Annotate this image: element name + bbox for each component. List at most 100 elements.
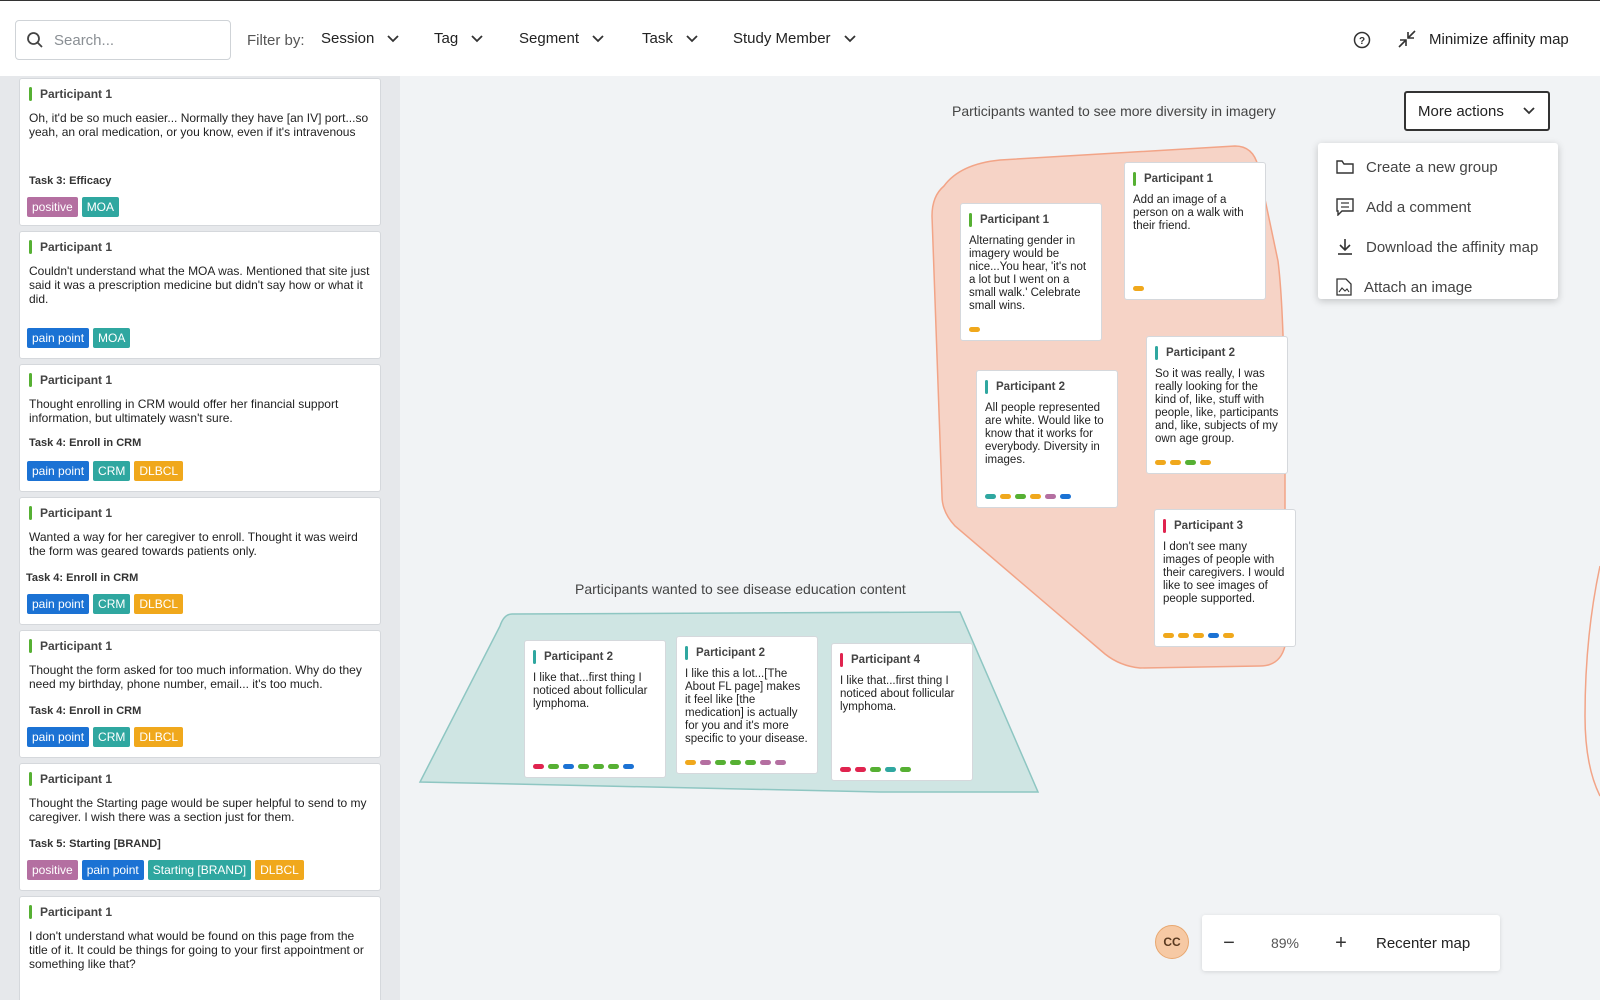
tag-dot xyxy=(1223,633,1234,638)
note-card[interactable]: Participant 1 Thought the form asked for… xyxy=(19,630,381,758)
note-quote: Thought the Starting page would be super… xyxy=(29,796,367,824)
participant-name: Participant 1 xyxy=(29,506,371,520)
tag-dot xyxy=(1030,494,1041,499)
help-icon[interactable]: ? xyxy=(1353,31,1371,49)
participant-label: Participant 1 xyxy=(40,506,113,520)
tag-dot xyxy=(1060,494,1071,499)
filter-session-label: Session xyxy=(321,30,375,47)
note-card[interactable]: Participant 1 Thought the Starting page … xyxy=(19,763,381,891)
participant-color-bar xyxy=(29,639,32,653)
tag[interactable]: pain point xyxy=(27,328,90,348)
filter-session-dropdown[interactable]: Session xyxy=(321,30,400,47)
menu-item-download[interactable]: Download the affinity map xyxy=(1318,227,1558,267)
tag-dots xyxy=(840,767,911,772)
filter-segment-dropdown[interactable]: Segment xyxy=(519,30,605,47)
menu-item-add-comment[interactable]: Add a comment xyxy=(1318,187,1558,227)
more-actions-button[interactable]: More actions xyxy=(1404,91,1550,131)
tag[interactable]: pain point xyxy=(27,594,90,614)
tag[interactable]: CRM xyxy=(93,461,131,481)
participant-name: Participant 2 xyxy=(685,646,809,660)
tag-dot xyxy=(623,764,634,769)
zoom-out-button[interactable]: − xyxy=(1202,932,1256,955)
tag-dot xyxy=(870,767,881,772)
tag[interactable]: DLBCL xyxy=(134,461,184,481)
task-label: Task 4: Enroll in CRM xyxy=(29,705,142,717)
menu-item-label: Attach an image xyxy=(1364,278,1473,296)
tag[interactable]: pain point xyxy=(27,461,90,481)
menu-item-attach-image[interactable]: Attach an image xyxy=(1318,267,1558,307)
group-area-partial xyxy=(1584,565,1600,797)
search-box[interactable] xyxy=(15,20,231,60)
participant-color-bar xyxy=(840,653,843,667)
filter-tag-label: Tag xyxy=(434,30,459,47)
task-label: Task 3: Efficacy xyxy=(29,175,112,187)
tag[interactable]: DLBCL xyxy=(134,594,184,614)
filter-segment-label: Segment xyxy=(519,30,580,47)
filter-study-member-dropdown[interactable]: Study Member xyxy=(733,30,857,47)
participant-label: Participant 2 xyxy=(696,647,766,659)
search-input[interactable] xyxy=(54,31,214,49)
participant-name: Participant 2 xyxy=(533,650,657,664)
zoom-in-button[interactable]: + xyxy=(1314,932,1368,955)
tag[interactable]: pain point xyxy=(27,727,90,747)
tag[interactable]: MOA xyxy=(81,197,120,217)
group-title-diversity[interactable]: Participants wanted to see more diversit… xyxy=(952,103,1276,119)
note-card[interactable]: Participant 1 Wanted a way for her careg… xyxy=(19,497,381,625)
task-label: Task 4: Enroll in CRM xyxy=(29,437,142,449)
note-card[interactable]: Participant 1 Oh, it'd be so much easier… xyxy=(19,78,381,226)
participant-name: Participant 1 xyxy=(29,373,371,387)
tag[interactable]: CRM xyxy=(93,594,131,614)
toolbar: Filter by: Session Tag Segment Task Stud… xyxy=(0,0,1600,76)
more-actions-label: More actions xyxy=(1418,102,1504,120)
tag-dot xyxy=(593,764,604,769)
tag-dot xyxy=(1015,494,1026,499)
minimize-map-button[interactable]: Minimize affinity map xyxy=(1397,29,1569,49)
map-note[interactable]: Participant 2 I like that...first thing … xyxy=(524,640,666,778)
minimize-map-label: Minimize affinity map xyxy=(1429,30,1569,48)
note-card[interactable]: Participant 1 I don't understand what wo… xyxy=(19,896,381,1000)
map-note[interactable]: Participant 2 All people represented are… xyxy=(976,370,1118,508)
avatar[interactable]: CC xyxy=(1155,925,1189,959)
tag-dot xyxy=(1170,460,1181,465)
participant-label: Participant 2 xyxy=(544,651,614,663)
participant-label: Participant 2 xyxy=(996,381,1066,393)
group-title-education[interactable]: Participants wanted to see disease educa… xyxy=(575,581,906,597)
filter-task-dropdown[interactable]: Task xyxy=(642,30,699,47)
note-card[interactable]: Participant 1 Thought enrolling in CRM w… xyxy=(19,364,381,492)
affinity-map-canvas[interactable]: Participants wanted to see more diversit… xyxy=(400,76,1600,1000)
recenter-map-button[interactable]: Recenter map xyxy=(1376,935,1470,952)
map-note[interactable]: Participant 1 Alternating gender in imag… xyxy=(960,203,1102,341)
tag[interactable]: positive xyxy=(27,197,78,217)
tag[interactable]: Starting [BRAND] xyxy=(147,860,252,880)
map-note[interactable]: Participant 3 I don't see many images of… xyxy=(1154,509,1296,647)
map-note[interactable]: Participant 2 I like this a lot...[The A… xyxy=(676,636,818,774)
note-card[interactable]: Participant 1 Couldn't understand what t… xyxy=(19,231,381,359)
tag[interactable]: DLBCL xyxy=(255,860,304,880)
note-quote: Oh, it'd be so much easier... Normally t… xyxy=(29,111,369,139)
tag-list: pain point CRM DLBCL xyxy=(27,461,184,481)
tag[interactable]: pain point xyxy=(81,860,144,880)
tag[interactable]: DLBCL xyxy=(134,727,184,747)
tag[interactable]: positive xyxy=(27,860,78,880)
participant-color-bar xyxy=(29,373,32,387)
tag[interactable]: MOA xyxy=(93,328,131,348)
participant-name: Participant 1 xyxy=(29,240,371,254)
note-quote: I don't understand what would be found o… xyxy=(29,929,364,971)
participant-label: Participant 1 xyxy=(980,214,1050,226)
note-quote: Thought the form asked for too much info… xyxy=(29,663,362,691)
note-quote: Wanted a way for her caregiver to enroll… xyxy=(29,530,358,558)
more-actions-menu: Create a new group Add a comment Downloa… xyxy=(1318,143,1558,299)
tag-list: positive pain point Starting [BRAND] DLB… xyxy=(27,860,304,880)
tag-dot xyxy=(1133,286,1144,291)
filter-tag-dropdown[interactable]: Tag xyxy=(434,30,484,47)
menu-item-create-group[interactable]: Create a new group xyxy=(1318,147,1558,187)
chevron-down-icon xyxy=(387,34,400,42)
chevron-down-icon xyxy=(592,34,604,42)
map-note[interactable]: Participant 2 So it was really, I was re… xyxy=(1146,336,1288,474)
tag-dot xyxy=(745,760,756,765)
participant-label: Participant 1 xyxy=(40,772,113,786)
map-note[interactable]: Participant 4 I like that...first thing … xyxy=(831,643,973,781)
participant-color-bar xyxy=(1155,346,1158,360)
tag[interactable]: CRM xyxy=(93,727,131,747)
map-note[interactable]: Participant 1 Add an image of a person o… xyxy=(1124,162,1266,300)
